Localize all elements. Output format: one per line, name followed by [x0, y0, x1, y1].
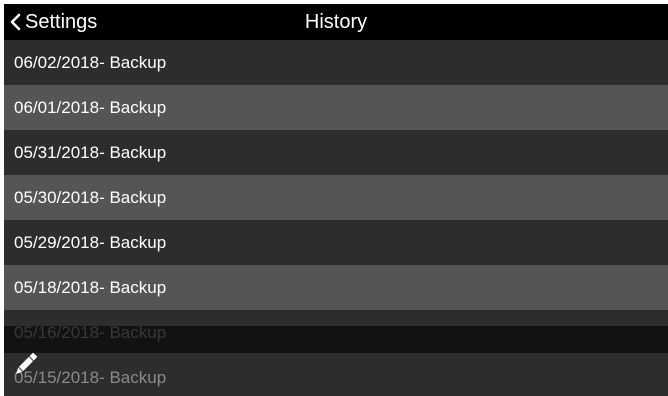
history-screen: Settings History 06/02/2018- Backup 06/0… [4, 4, 668, 396]
history-item-label: 05/18/2018- Backup [14, 277, 167, 297]
edit-button[interactable] [11, 349, 41, 379]
nav-bar: Settings History [4, 4, 668, 40]
history-item[interactable]: 05/29/2018- Backup [4, 220, 668, 265]
history-item[interactable]: 05/31/2018- Backup [4, 130, 668, 175]
history-item-label: 05/29/2018- Backup [14, 232, 167, 252]
history-item[interactable]: 05/16/2018- Backup [4, 310, 668, 355]
history-item[interactable]: 05/30/2018- Backup [4, 175, 668, 220]
history-item[interactable]: 05/15/2018- Backup [4, 355, 668, 396]
history-item[interactable]: 06/01/2018- Backup [4, 85, 668, 130]
history-item-label: 05/16/2018- Backup [14, 322, 167, 342]
history-item[interactable]: 05/18/2018- Backup [4, 265, 668, 310]
history-item-label: 05/31/2018- Backup [14, 142, 167, 162]
history-item-label: 05/30/2018- Backup [14, 187, 167, 207]
history-list: 06/02/2018- Backup 06/01/2018- Backup 05… [4, 40, 668, 396]
history-item[interactable]: 06/02/2018- Backup [4, 40, 668, 85]
page-title: History [304, 11, 368, 33]
history-item-label: 06/02/2018- Backup [14, 52, 167, 72]
pencil-icon [16, 352, 38, 374]
history-item-label: 06/01/2018- Backup [14, 97, 167, 117]
